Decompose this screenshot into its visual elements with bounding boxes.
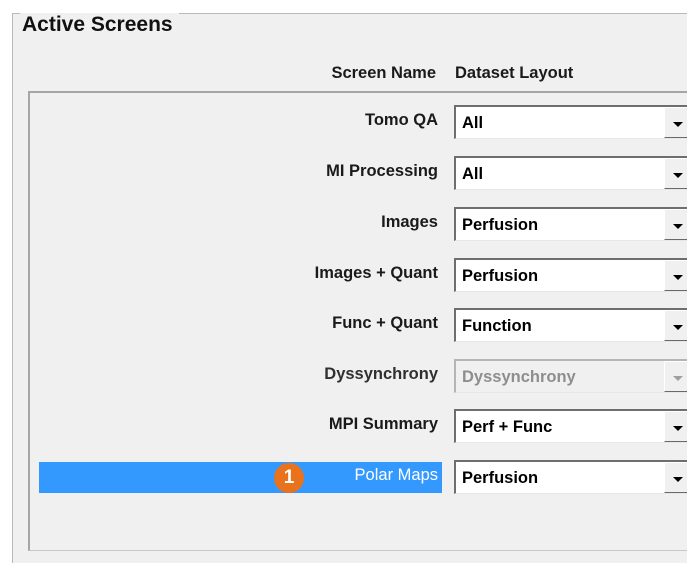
screen-name-label: Func + Quant: [332, 314, 438, 332]
column-header-dataset-layout: Dataset Layout: [455, 64, 574, 82]
dataset-layout-select[interactable]: Perfusion: [454, 460, 687, 494]
screen-row-mpi-summary[interactable]: MPI Summary Perf + Func: [30, 409, 687, 445]
chevron-down-icon[interactable]: [664, 107, 687, 138]
screen-name-label: Dyssynchrony: [324, 365, 438, 383]
screen-name-label: Images + Quant: [314, 264, 438, 282]
chevron-down-icon[interactable]: [664, 209, 687, 240]
dataset-layout-select[interactable]: All: [454, 156, 687, 190]
callout-number-badge: 1: [274, 463, 304, 493]
dataset-layout-select[interactable]: Function: [454, 308, 687, 342]
chevron-down-icon[interactable]: [664, 411, 687, 442]
screen-row-func-quant[interactable]: Func + Quant Function: [30, 308, 687, 344]
screen-row-polar-maps[interactable]: 1 Polar Maps Perfusion: [30, 460, 687, 496]
screen-row-mi-processing[interactable]: MI Processing All: [30, 156, 687, 192]
dataset-layout-select-disabled: Dyssynchrony: [454, 359, 687, 393]
chevron-down-icon[interactable]: [664, 462, 687, 493]
dataset-layout-value: Perfusion: [462, 469, 539, 487]
dataset-layout-select[interactable]: All: [454, 105, 687, 139]
screen-name-label: Images: [381, 213, 438, 231]
dataset-layout-value: All: [462, 165, 484, 183]
dataset-layout-value: Dyssynchrony: [462, 368, 576, 386]
dataset-layout-value: Function: [462, 317, 532, 335]
chevron-down-icon: [664, 361, 687, 392]
screen-name-label: Tomo QA: [364, 111, 438, 129]
dataset-layout-select[interactable]: Perfusion: [454, 258, 687, 292]
chevron-down-icon[interactable]: [664, 158, 687, 189]
column-header-screen-name: Screen Name: [331, 64, 436, 82]
screen-name-label: MPI Summary: [328, 415, 438, 433]
screen-name-label: Polar Maps: [354, 466, 438, 484]
dataset-layout-select[interactable]: Perf + Func: [454, 409, 687, 443]
dataset-layout-value: Perf + Func: [462, 418, 553, 436]
chevron-down-icon[interactable]: [664, 310, 687, 341]
dataset-layout-value: Perfusion: [462, 267, 539, 285]
screen-row-images[interactable]: Images Perfusion: [30, 207, 687, 243]
screen-row-images-quant[interactable]: Images + Quant Perfusion: [30, 258, 687, 294]
chevron-down-icon[interactable]: [664, 260, 687, 291]
screens-list: Tomo QA All MI Processing All Images Per…: [28, 91, 687, 551]
group-title: Active Screens: [20, 13, 179, 37]
screen-row-dyssynchrony: Dyssynchrony Dyssynchrony: [30, 359, 687, 395]
screen-row-tomo-qa[interactable]: Tomo QA All: [30, 105, 687, 141]
dataset-layout-value: All: [462, 114, 484, 132]
dataset-layout-select[interactable]: Perfusion: [454, 207, 687, 241]
dataset-layout-value: Perfusion: [462, 216, 539, 234]
screen-name-label: MI Processing: [326, 162, 438, 180]
